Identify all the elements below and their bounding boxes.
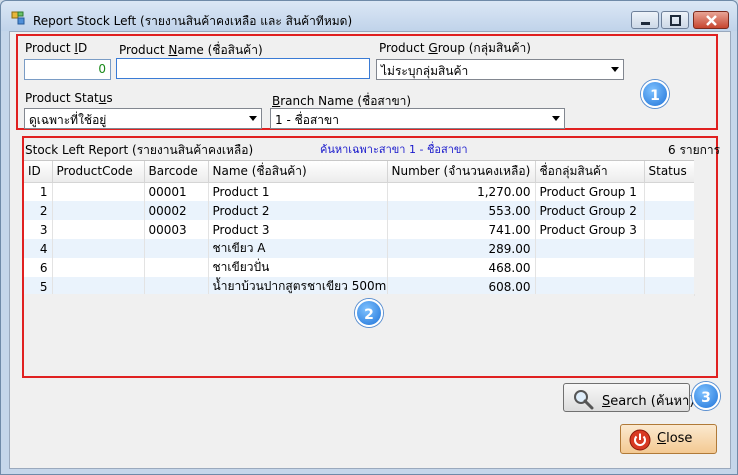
- cell-status: [644, 258, 695, 277]
- stock-grid[interactable]: ID ProductCode Barcode Name (ชื่อสินค้า)…: [24, 160, 695, 296]
- product-status-value: ดูเฉพาะที่ใช้อยู่: [29, 113, 107, 127]
- power-icon: [629, 429, 651, 451]
- cell-group: Product Group 3: [535, 220, 645, 239]
- cell-status: [644, 220, 695, 239]
- search-button[interactable]: Search (ค้นหา): [563, 383, 694, 412]
- window-close-button[interactable]: [693, 11, 729, 29]
- col-header-name[interactable]: Name (ชื่อสินค้า): [208, 161, 388, 183]
- maximize-button[interactable]: [661, 11, 689, 29]
- col-header-status[interactable]: Status: [644, 161, 695, 183]
- app-icon: [11, 11, 25, 25]
- close-icon: [706, 15, 717, 26]
- cell-name: Product 3: [208, 220, 388, 239]
- chevron-down-icon: [611, 67, 619, 72]
- branch-name-select[interactable]: 1 - ชื่อสาขา: [270, 108, 565, 129]
- minimize-button[interactable]: [631, 11, 659, 29]
- cell-name: ชาเขียว A: [208, 239, 388, 258]
- cell-name: ชาเขียวปั่น: [208, 258, 388, 277]
- cell-name: Product 2: [208, 201, 388, 220]
- close-button[interactable]: Close: [620, 424, 717, 454]
- cell-number: 1,270.00: [387, 182, 536, 201]
- cell-code: [52, 258, 145, 277]
- report-title: Stock Left Report (รายงานสินค้าคงเหลือ): [25, 143, 254, 157]
- product-status-label: Product Status: [25, 91, 113, 105]
- table-row[interactable]: 3 00003 Product 3 741.00 Product Group 3: [24, 220, 695, 239]
- product-id-input[interactable]: 0: [24, 59, 111, 80]
- cell-group: [535, 258, 645, 277]
- table-row[interactable]: 6 ชาเขียวปั่น 468.00: [24, 258, 695, 277]
- col-header-barcode[interactable]: Barcode: [144, 161, 209, 183]
- callout-badge-1: 1: [641, 80, 669, 108]
- search-button-label: Search (ค้นหา): [602, 394, 695, 409]
- table-row[interactable]: 4 ชาเขียว A 289.00: [24, 239, 695, 258]
- row-count: 6 รายการ: [668, 143, 721, 157]
- cell-id: 6: [24, 258, 53, 277]
- cell-id: 4: [24, 239, 53, 258]
- close-button-label: Close: [657, 431, 693, 446]
- cell-barcode: 00001: [144, 182, 209, 201]
- cell-number: 553.00: [387, 201, 536, 220]
- col-header-id[interactable]: ID: [24, 161, 53, 183]
- col-header-group[interactable]: ชื่อกลุ่มสินค้า: [535, 161, 645, 183]
- product-group-label: Product Group (กลุ่มสินค้า): [379, 41, 531, 55]
- cell-barcode: 00002: [144, 201, 209, 220]
- table-row[interactable]: 1 00001 Product 1 1,270.00 Product Group…: [24, 182, 695, 201]
- cell-group: Product Group 2: [535, 201, 645, 220]
- product-name-input[interactable]: [116, 58, 370, 79]
- branch-filter-note: ค้นหาเฉพาะสาขา 1 - ชื่อสาขา: [320, 143, 468, 156]
- cell-barcode: [144, 239, 209, 258]
- callout-badge-3: 3: [692, 382, 720, 410]
- window-title: Report Stock Left (รายงานสินค้าคงเหลือ แ…: [33, 14, 353, 28]
- title-bar[interactable]: Report Stock Left (รายงานสินค้าคงเหลือ แ…: [1, 1, 737, 31]
- cell-code: [52, 239, 145, 258]
- product-group-select[interactable]: ไม่ระบุกลุ่มสินค้า: [376, 59, 624, 80]
- cell-status: [644, 182, 695, 201]
- cell-number: 289.00: [387, 239, 536, 258]
- cell-name: Product 1: [208, 182, 388, 201]
- cell-code: [52, 182, 145, 201]
- chevron-down-icon: [249, 116, 257, 121]
- product-id-label: Product ID: [25, 41, 88, 55]
- cell-code: [52, 220, 145, 239]
- grid-header-row: ID ProductCode Barcode Name (ชื่อสินค้า)…: [24, 161, 695, 183]
- cell-number: 468.00: [387, 258, 536, 277]
- col-header-number[interactable]: Number (จำนวนคงเหลือ): [387, 161, 536, 183]
- magnifier-icon: [574, 390, 594, 410]
- cell-status: [644, 239, 695, 258]
- cell-barcode: 00003: [144, 220, 209, 239]
- cell-number: 741.00: [387, 220, 536, 239]
- cell-group: [535, 239, 645, 258]
- product-group-value: ไม่ระบุกลุ่มสินค้า: [381, 64, 469, 78]
- col-header-productcode[interactable]: ProductCode: [52, 161, 145, 183]
- cell-group: Product Group 1: [535, 182, 645, 201]
- branch-name-value: 1 - ชื่อสาขา: [275, 113, 339, 127]
- cell-code: [52, 201, 145, 220]
- cell-barcode: [144, 258, 209, 277]
- table-row[interactable]: 2 00002 Product 2 553.00 Product Group 2: [24, 201, 695, 220]
- callout-badge-2: 2: [355, 299, 383, 327]
- product-status-select[interactable]: ดูเฉพาะที่ใช้อยู่: [24, 108, 262, 129]
- minimize-icon: [641, 22, 650, 25]
- cell-id: 2: [24, 201, 53, 220]
- cell-id: 3: [24, 220, 53, 239]
- grid-right-area: [694, 160, 716, 294]
- cell-id: 1: [24, 182, 53, 201]
- cell-status: [644, 201, 695, 220]
- maximize-icon: [670, 15, 681, 26]
- chevron-down-icon: [552, 116, 560, 121]
